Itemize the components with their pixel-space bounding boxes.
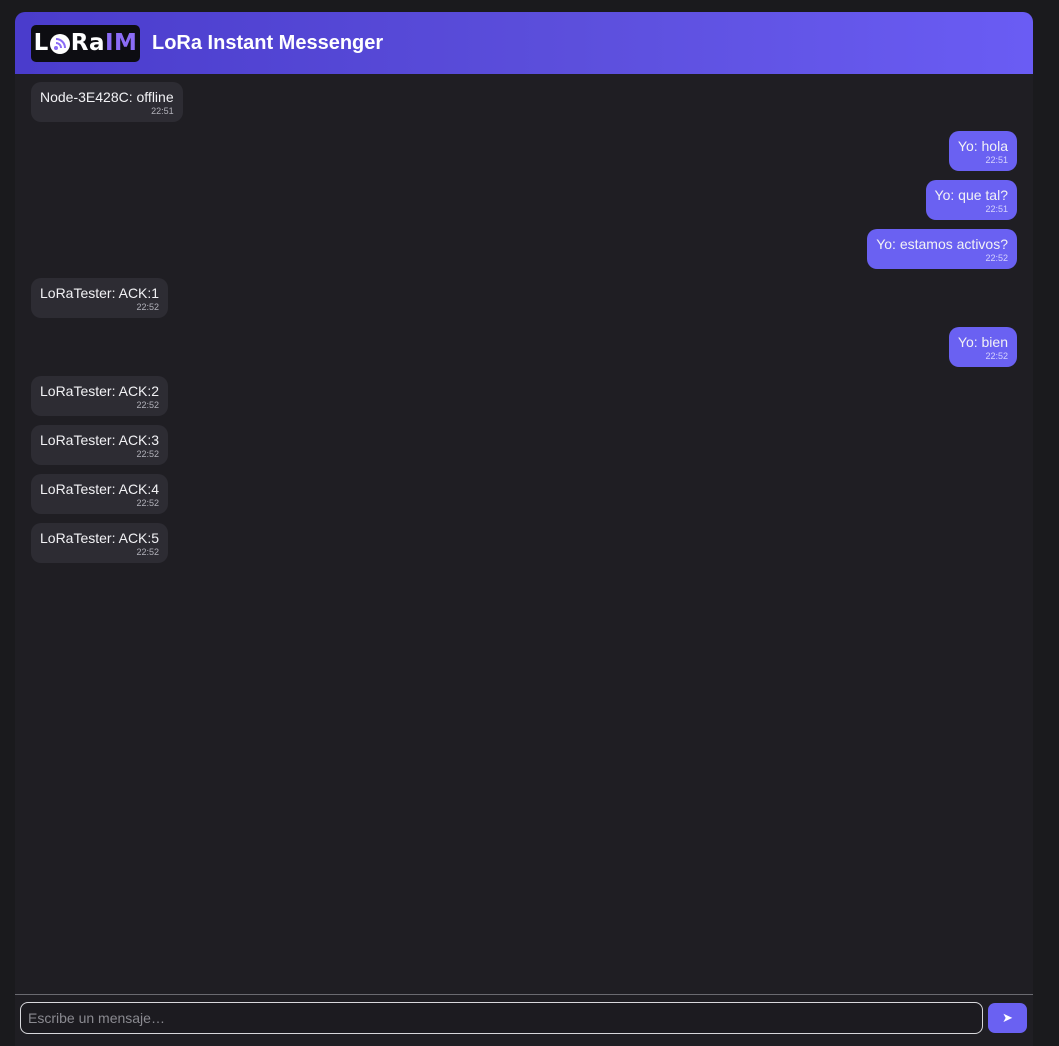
message-time: 22:52	[985, 351, 1008, 361]
message-text: Node-3E428C: offline	[40, 89, 174, 105]
message-time: 22:52	[985, 253, 1008, 263]
message-time: 22:51	[985, 155, 1008, 165]
logo-text-ra: Ra	[70, 30, 105, 56]
message-text: LoRaTester: ACK:2	[40, 383, 160, 399]
message-text: Yo: hola	[957, 138, 1008, 154]
message-text: LoRaTester: ACK:3	[40, 432, 160, 448]
message-text: LoRaTester: ACK:1	[40, 285, 160, 301]
send-button[interactable]: ➤	[988, 1003, 1027, 1033]
app-title: LoRa Instant Messenger	[152, 31, 384, 54]
message-bubble: Yo: que tal? 22:51	[925, 180, 1017, 220]
logo-text-l: L	[33, 30, 49, 56]
message-bubble: Yo: hola 22:51	[948, 131, 1017, 171]
logo-text-im: IM	[104, 30, 138, 56]
message-text: Yo: que tal?	[934, 187, 1008, 203]
message-bubble: Yo: bien 22:52	[948, 327, 1017, 367]
message-list[interactable]: Node-3E428C: offline 22:51 Yo: hola 22:5…	[15, 74, 1033, 994]
message-bubble: LoRaTester: ACK:2 22:52	[31, 376, 169, 416]
message-time: 22:52	[136, 400, 160, 410]
message-bubble: LoRaTester: ACK:3 22:52	[31, 425, 169, 465]
message-text: Yo: bien	[957, 334, 1008, 350]
message-composer: ➤	[15, 994, 1033, 1046]
message-text: LoRaTester: ACK:4	[40, 481, 160, 497]
message-time: 22:52	[136, 449, 160, 459]
message-time: 22:52	[136, 547, 160, 557]
app-logo: L Ra IM	[31, 24, 140, 62]
app-header: L Ra IM LoRa Instant Messenger	[15, 12, 1033, 74]
signal-icon	[49, 34, 70, 54]
message-bubble: Yo: estamos activos? 22:52	[867, 229, 1017, 269]
chat-window: L Ra IM LoRa Instant Messenger Node-3E428C…	[15, 12, 1033, 1046]
message-time: 22:51	[985, 204, 1008, 214]
message-time: 22:52	[136, 498, 160, 508]
message-bubble: LoRaTester: ACK:5 22:52	[31, 523, 169, 563]
message-bubble: LoRaTester: ACK:1 22:52	[31, 278, 169, 318]
message-text: LoRaTester: ACK:5	[40, 530, 160, 546]
message-time: 22:52	[136, 302, 160, 312]
message-bubble: LoRaTester: ACK:4 22:52	[31, 474, 169, 514]
message-bubble: Node-3E428C: offline 22:51	[31, 82, 183, 122]
message-text: Yo: estamos activos?	[876, 236, 1008, 252]
message-input[interactable]	[20, 1002, 983, 1034]
message-time: 22:51	[151, 106, 174, 116]
